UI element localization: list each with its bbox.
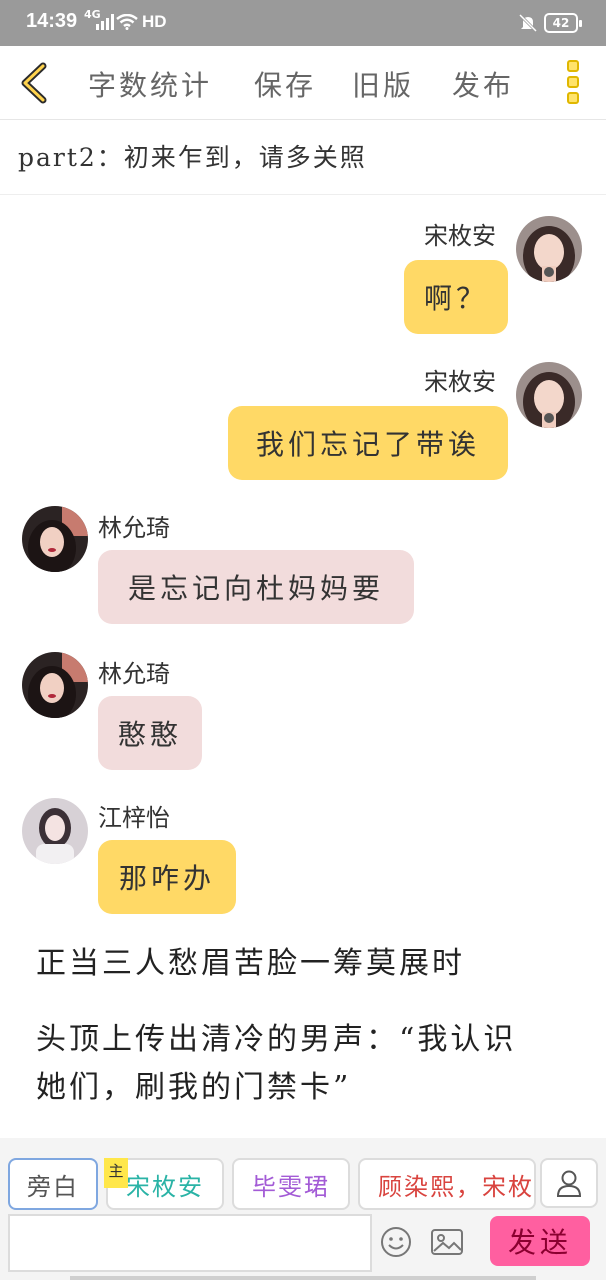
speaker-name: 林允琦 bbox=[98, 514, 170, 542]
speaker-name: 宋枚安 bbox=[424, 368, 496, 396]
image-icon bbox=[431, 1229, 463, 1255]
message-bubble[interactable]: 是忘记向杜妈妈要 bbox=[98, 550, 414, 624]
smiley-icon bbox=[381, 1227, 411, 1257]
save-button[interactable]: 保存 bbox=[254, 64, 316, 104]
avatar[interactable] bbox=[22, 506, 88, 572]
old-version-button[interactable]: 旧版 bbox=[352, 64, 414, 104]
message-bubble[interactable]: 我们忘记了带诶 bbox=[228, 406, 508, 480]
avatar[interactable] bbox=[22, 798, 88, 864]
chevron-left-icon bbox=[21, 62, 47, 104]
publish-button[interactable]: 发布 bbox=[452, 64, 514, 104]
message-bubble[interactable]: 啊？ bbox=[404, 260, 508, 334]
role-chip[interactable]: 毕雯珺 bbox=[232, 1158, 350, 1210]
editor-toolbar: 字数统计 保存 旧版 发布 bbox=[0, 46, 606, 120]
emoji-button[interactable] bbox=[380, 1226, 412, 1262]
word-count-button[interactable]: 字数统计 bbox=[88, 64, 212, 104]
more-menu-icon[interactable] bbox=[560, 58, 586, 110]
speaker-name: 宋枚安 bbox=[424, 222, 496, 250]
chip-label: 顾染熙，宋枚 bbox=[378, 1172, 534, 1201]
back-button[interactable] bbox=[10, 60, 56, 106]
role-chip-narrator[interactable]: 旁白 bbox=[8, 1158, 98, 1210]
composer-bar: 旁白 宋枚安 主 毕雯珺 顾染熙，宋枚 发送 bbox=[0, 1138, 606, 1280]
user-icon bbox=[556, 1170, 582, 1197]
wifi-icon bbox=[116, 13, 138, 34]
narration-text[interactable]: 头顶上传出清冷的男声：“我认识 bbox=[36, 1016, 516, 1064]
narration-text[interactable]: 她们，刷我的门禁卡” bbox=[36, 1064, 351, 1112]
avatar[interactable] bbox=[516, 362, 582, 428]
main-role-badge: 主 bbox=[104, 1158, 128, 1188]
image-button[interactable] bbox=[430, 1228, 464, 1260]
chip-label: 旁白 bbox=[27, 1172, 79, 1201]
signal-icon bbox=[96, 14, 114, 34]
send-button[interactable]: 发送 bbox=[490, 1216, 590, 1266]
status-time: 14:39 bbox=[26, 10, 78, 32]
message-input[interactable] bbox=[8, 1214, 372, 1272]
speaker-name: 江梓怡 bbox=[98, 804, 170, 832]
narration-text[interactable]: 正当三人愁眉苦脸一筹莫展时 bbox=[36, 940, 465, 988]
mute-icon bbox=[518, 13, 538, 37]
message-bubble[interactable]: 憨憨 bbox=[98, 696, 202, 770]
add-character-button[interactable] bbox=[540, 1158, 598, 1208]
hd-indicator: HD bbox=[142, 12, 167, 31]
chapter-title[interactable]: part2：初来乍到，请多关照 bbox=[18, 138, 367, 174]
home-indicator bbox=[70, 1276, 536, 1280]
chip-label: 宋枚安 bbox=[126, 1172, 204, 1201]
divider bbox=[0, 194, 606, 195]
avatar[interactable] bbox=[516, 216, 582, 282]
avatar[interactable] bbox=[22, 652, 88, 718]
role-chip-group[interactable]: 顾染熙，宋枚 bbox=[358, 1158, 536, 1210]
speaker-name: 林允琦 bbox=[98, 660, 170, 688]
message-bubble[interactable]: 那咋办 bbox=[98, 840, 236, 914]
chip-label: 毕雯珺 bbox=[252, 1172, 330, 1201]
battery-indicator: 42 bbox=[544, 13, 582, 33]
status-bar: 14:39 4G HD 42 bbox=[0, 0, 606, 46]
